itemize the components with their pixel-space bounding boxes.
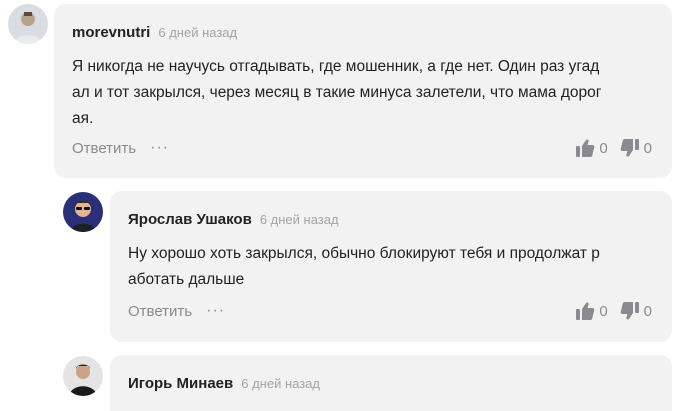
comment-text-line: аботать дальше (128, 271, 245, 288)
comment-header: morevnutri 6 дней назад (72, 24, 237, 41)
thumbs-up-icon (576, 139, 595, 157)
reply-button[interactable]: Ответить (72, 140, 136, 157)
thumbs-up-icon (576, 302, 595, 320)
comment-text-line: ал и тот закрылся, через месяц в такие м… (72, 84, 602, 101)
comment-text-line: ая. (72, 110, 94, 127)
dislike-count: 0 (643, 139, 652, 157)
dislike-button[interactable]: 0 (620, 138, 652, 158)
like-button[interactable]: 0 (575, 301, 608, 321)
like-button[interactable]: 0 (575, 138, 608, 158)
comment-text-line: Ну хорошо хоть закрылся, обычно блокирую… (128, 245, 600, 262)
avatar-image (63, 356, 103, 396)
comment-text: Ну хорошо хоть закрылся, обычно блокирую… (128, 241, 658, 293)
comment-header: Игорь Минаев 6 дней назад (128, 375, 320, 392)
more-dots-icon[interactable]: ··· (150, 140, 169, 156)
comment-text-line: Я никогда не научусь отгадывать, где мош… (72, 58, 600, 75)
like-count: 0 (599, 139, 608, 157)
comment-author[interactable]: Ярослав Ушаков (128, 211, 252, 228)
comment-time[interactable]: 6 дней назад (260, 212, 339, 227)
avatar-image (8, 4, 48, 44)
reply-button[interactable]: Ответить (128, 303, 192, 320)
like-count: 0 (599, 302, 608, 320)
comment-header: Ярослав Ушаков 6 дней назад (128, 211, 339, 228)
comment-footer: Ответить ··· 0 0 (128, 301, 652, 321)
thumbs-down-icon (620, 139, 639, 157)
thumbs-down-icon (620, 302, 639, 320)
avatar-image (63, 192, 103, 232)
comment-card: morevnutri 6 дней назад Я никогда не нау… (54, 4, 672, 178)
comment-card: Игорь Минаев 6 дней назад (110, 355, 672, 411)
comment-footer: Ответить ··· 0 0 (72, 138, 652, 158)
comment-author[interactable]: morevnutri (72, 24, 150, 41)
avatar[interactable] (63, 192, 103, 232)
avatar[interactable] (63, 356, 103, 396)
comment-time[interactable]: 6 дней назад (158, 25, 237, 40)
comment-author[interactable]: Игорь Минаев (128, 375, 233, 392)
comment-text: Я никогда не научусь отгадывать, где мош… (72, 54, 657, 132)
more-dots-icon[interactable]: ··· (206, 303, 225, 319)
dislike-count: 0 (643, 302, 652, 320)
comment-time[interactable]: 6 дней назад (241, 376, 320, 391)
avatar[interactable] (8, 4, 48, 44)
dislike-button[interactable]: 0 (620, 301, 652, 321)
comment-card: Ярослав Ушаков 6 дней назад Ну хорошо хо… (110, 191, 672, 342)
